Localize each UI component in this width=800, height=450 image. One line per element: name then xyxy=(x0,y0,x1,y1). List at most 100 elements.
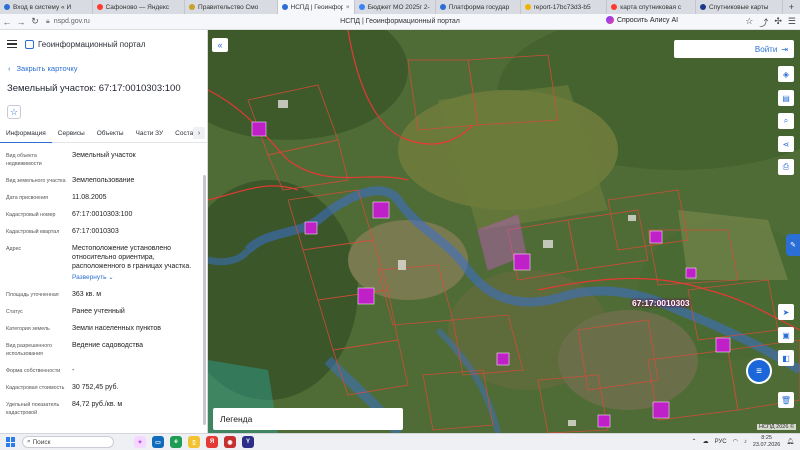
portal-name: Геоинформационный портал xyxy=(38,39,146,49)
minimap-button[interactable]: ◧ xyxy=(778,350,794,366)
task-view-icon[interactable]: ▭ xyxy=(152,436,164,448)
print-button[interactable]: ▤ xyxy=(778,90,794,106)
share-map-button[interactable]: ⋖ xyxy=(778,136,794,152)
reload-icon[interactable]: ↻ xyxy=(28,16,42,27)
bookmark-icon[interactable]: ☆ xyxy=(745,16,753,29)
location-button[interactable]: ➤ xyxy=(778,304,794,320)
tab-favicon-icon xyxy=(358,4,365,10)
close-tab-icon[interactable]: × xyxy=(346,4,350,11)
volume-icon[interactable]: ♪ xyxy=(744,439,747,445)
yandex-browser-icon[interactable]: Я xyxy=(206,436,218,448)
browser-tab[interactable]: НСПД | Геоинформ× xyxy=(277,0,355,14)
notifications-icon[interactable]: 🔔︎ xyxy=(786,438,794,445)
search-area-icon: ⌕ xyxy=(783,116,789,125)
chat-button[interactable]: ≡ xyxy=(746,358,772,384)
tab-parts[interactable]: Части ЗУ xyxy=(130,125,170,143)
layers-icon: ◈ xyxy=(782,69,790,79)
basemap-icon: ▣ xyxy=(782,330,790,340)
login-icon: ⇥ xyxy=(781,44,788,54)
tab-label: карта спутниковая с xyxy=(620,3,682,11)
lock-icon: 🔒︎ xyxy=(46,17,50,25)
field-key: Адрес xyxy=(6,246,22,252)
map-view[interactable]: « Войти ⇥ ◈ ▤ ⌕ ⋖ ⎙ ✎ ➤ ▣ ◧ 🗑︎ 67:17:0010… xyxy=(208,30,800,433)
browser-tab[interactable]: Правительство Смо xyxy=(185,0,278,14)
field-value: 363 кв. м xyxy=(72,291,102,298)
tab-favicon-icon xyxy=(439,4,446,10)
app-icon[interactable]: ◉ xyxy=(224,436,236,448)
language-indicator[interactable]: РУС xyxy=(715,439,727,445)
windows-start-icon[interactable] xyxy=(6,437,16,447)
tab-objects[interactable]: Объекты xyxy=(91,125,130,143)
tab-label: Вход в систему « И xyxy=(13,3,72,11)
menu-icon[interactable]: ☰ xyxy=(788,16,796,29)
info-row: Статус Ранее учтенный xyxy=(6,307,207,316)
share-icon[interactable]: ⤴ xyxy=(759,16,768,29)
browser-tab[interactable]: Платформа государ xyxy=(436,0,521,14)
trash-button[interactable]: 🗑︎ xyxy=(778,392,794,408)
url-field[interactable]: 🔒︎ nspd.gov.ru xyxy=(46,18,90,26)
field-key: Вид объекта недвижимости xyxy=(6,153,42,167)
info-row: Кадастровый квартал 67:17:0010303 xyxy=(6,227,207,236)
tabs-scroll-right-button[interactable]: › xyxy=(193,127,205,139)
tab-favicon-icon xyxy=(524,4,531,10)
browser-tab[interactable]: Вход в систему « И xyxy=(0,0,93,14)
browser-tab[interactable]: Спутниковые карты xyxy=(696,0,783,14)
alice-button[interactable]: Спросить Алису AI xyxy=(606,16,678,24)
chat-icon: ≡ xyxy=(756,365,762,377)
new-tab-button[interactable]: + xyxy=(783,2,800,12)
field-value: Землепользование xyxy=(72,177,135,184)
card-tabs: Информация Сервисы Объекты Части ЗУ Сост… xyxy=(0,125,207,143)
tab-favicon-icon xyxy=(281,4,288,10)
sidebar: Геоинформационный портал ‹ Закрыть карто… xyxy=(0,30,208,433)
info-row: Кадастровая стоимость 30 752,45 руб. xyxy=(6,383,207,392)
collapse-sidebar-button[interactable]: « xyxy=(212,38,228,52)
tab-favicon-icon xyxy=(189,4,196,10)
yandex-icon[interactable]: Y xyxy=(242,436,254,448)
login-button[interactable]: Войти ⇥ xyxy=(674,40,794,58)
basemap-button[interactable]: ▣ xyxy=(778,327,794,343)
tab-info[interactable]: Информация xyxy=(0,125,52,143)
search-area-button[interactable]: ⌕ xyxy=(778,113,794,129)
extensions-icon[interactable]: ✣ xyxy=(774,16,782,29)
field-key: Статус xyxy=(6,309,23,315)
share-icon: ⋖ xyxy=(782,139,790,149)
tray-chevron-icon[interactable]: ⌃ xyxy=(692,438,697,445)
edge-icon[interactable]: e xyxy=(170,436,182,448)
wifi-icon[interactable]: ◠ xyxy=(733,438,738,445)
favorite-button[interactable]: ☆ xyxy=(7,105,21,119)
expand-link[interactable]: Развернуть ⌄ xyxy=(72,273,202,282)
alice-icon xyxy=(606,16,614,24)
back-icon[interactable]: ← xyxy=(0,17,14,27)
file-explorer-icon[interactable]: ▯ xyxy=(188,436,200,448)
parcel-title: Земельный участок: 67:17:0010303:100 xyxy=(7,83,181,94)
legend-panel[interactable]: Легенда xyxy=(213,408,403,430)
field-key: Форма собственности xyxy=(6,368,61,374)
field-key: Кадастровый номер xyxy=(6,212,56,218)
print-map-button[interactable]: ⎙ xyxy=(778,159,794,175)
taskbar-search[interactable]: ⌕ Поиск xyxy=(22,436,114,448)
browser-tab[interactable]: Сафоново — Яндекс xyxy=(93,0,186,14)
page-title: НСПД | Геоинформационный портал xyxy=(340,18,460,25)
sidebar-scrollbar[interactable] xyxy=(203,175,206,425)
tab-label: НСПД | Геоинформ xyxy=(290,3,343,11)
feedback-icon: ✎ xyxy=(790,242,796,249)
forward-icon[interactable]: → xyxy=(14,17,28,27)
cloud-icon[interactable]: ☁ xyxy=(703,438,709,445)
field-value: 30 752,45 руб. xyxy=(72,384,119,391)
field-key: Категория земель xyxy=(6,326,50,332)
clock[interactable]: 8:25 23.07.2026 xyxy=(753,435,781,448)
feedback-button[interactable]: ✎ xyxy=(786,234,800,256)
browser-tab[interactable]: report-17bc73d3-b5 xyxy=(521,0,608,14)
tab-favicon-icon xyxy=(611,4,618,10)
info-row: Кадастровый номер 67:17:0010303:100 xyxy=(6,210,207,219)
close-card-link[interactable]: ‹ Закрыть карточку xyxy=(8,61,207,75)
copilot-icon[interactable]: ✦ xyxy=(134,436,146,448)
tab-favicon-icon xyxy=(96,4,103,10)
field-value: 67:17:0010303:100 xyxy=(72,211,133,218)
browser-tab[interactable]: Бюджет МО 2025г 2- xyxy=(355,0,436,14)
browser-tab[interactable]: карта спутниковая с xyxy=(607,0,696,14)
layers-button[interactable]: ◈ xyxy=(778,66,794,82)
hamburger-menu-icon[interactable] xyxy=(7,38,17,50)
info-row: Форма собственности - xyxy=(6,366,207,375)
tab-services[interactable]: Сервисы xyxy=(52,125,91,143)
